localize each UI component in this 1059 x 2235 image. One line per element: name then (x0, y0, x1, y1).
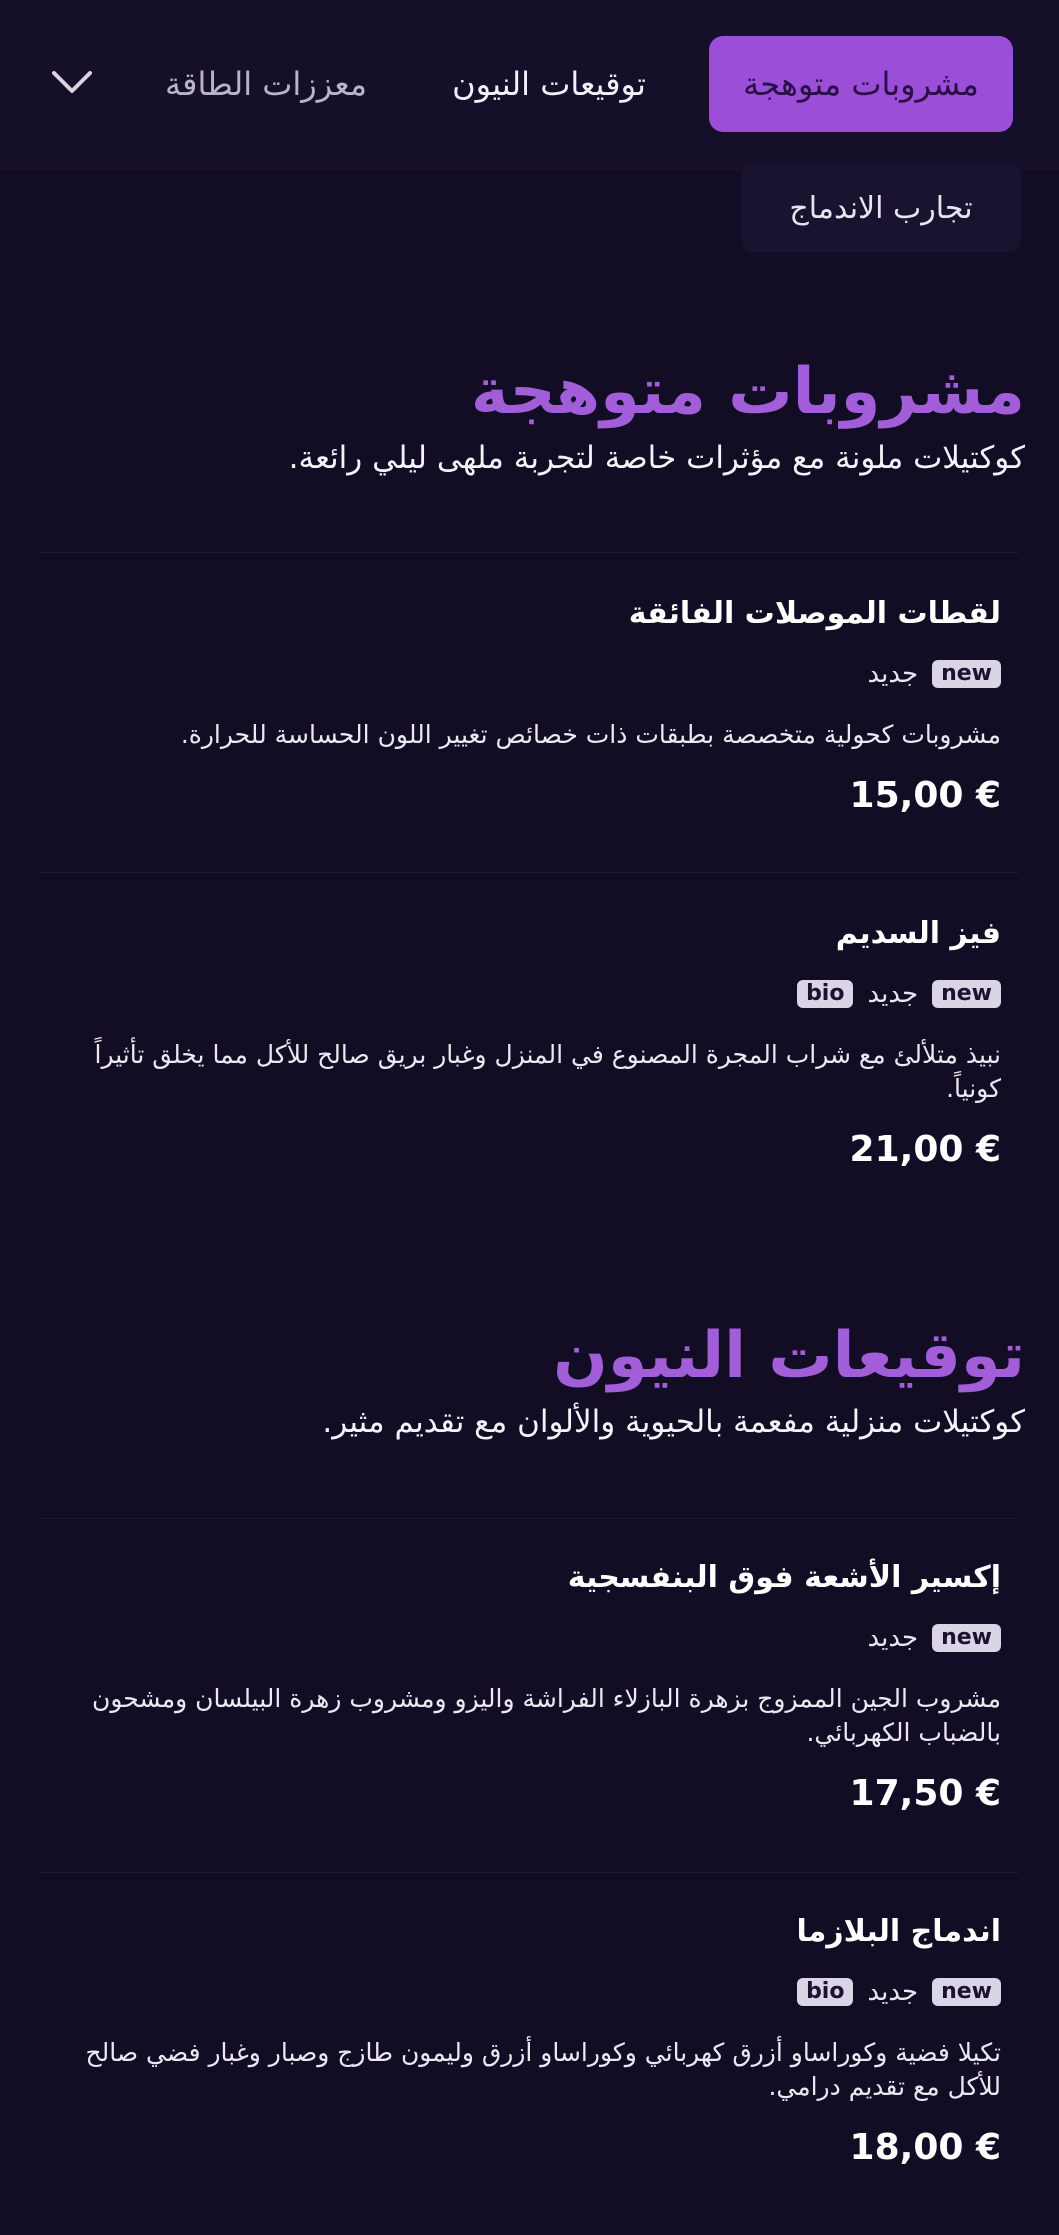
item-price: 18,00 € (849, 2127, 1001, 2168)
chevron-down-icon[interactable] (50, 60, 94, 104)
tab-neon-signatures[interactable]: توقيعات النيون (429, 36, 669, 132)
badge-bio: bio (797, 980, 854, 1008)
badge-bio: bio (797, 1978, 854, 2006)
divider (40, 1518, 1019, 1519)
badge-new: new (932, 1978, 1001, 2006)
section-header: توقيعات النيون كوكتيلات منزلية مفعمة بال… (33, 1316, 1025, 1444)
item-description: نبيذ متلألئ مع شراب المجرة المصنوع في ال… (94, 1040, 1001, 1103)
tag-label: جديد (867, 659, 919, 689)
item-description: تكيلا فضية وكوراساو أزرق كهربائي وكوراسا… (85, 2038, 1002, 2101)
tab-glowing-drinks[interactable]: مشروبات متوهجة (709, 36, 1013, 132)
menu-item[interactable]: فيز السديم new جديد bio نبيذ متلألئ مع ش… (57, 914, 1001, 1172)
tag-label: جديد (867, 1623, 919, 1653)
item-name: فيز السديم (835, 916, 1001, 951)
item-name: اندماج البلازما (796, 1914, 1001, 1949)
section-subtitle: كوكتيلات منزلية مفعمة بالحيوية والألوان … (322, 1404, 1025, 1440)
item-price: 15,00 € (849, 775, 1001, 816)
menu-item[interactable]: لقطات الموصلات الفائقة new جديد مشروبات … (57, 594, 1001, 818)
tag-label: جديد (867, 1977, 919, 2007)
category-nav: مشروبات متوهجة توقيعات النيون معززات الط… (0, 0, 1059, 170)
divider (40, 872, 1019, 873)
item-name: إكسير الأشعة فوق البنفسجية (567, 1560, 1001, 1595)
section-header: مشروبات متوهجة كوكتيلات ملونة مع مؤثرات … (33, 352, 1025, 480)
section-title: توقيعات النيون (553, 1319, 1025, 1393)
menu-page: مشروبات متوهجة توقيعات النيون معززات الط… (0, 0, 1059, 2235)
badge-new: new (932, 980, 1001, 1008)
section-title: مشروبات متوهجة (470, 355, 1025, 429)
badge-new: new (932, 1624, 1001, 1652)
item-tags: new جديد bio (57, 1976, 1001, 2008)
divider (40, 552, 1019, 553)
menu-item[interactable]: اندماج البلازما new جديد bio تكيلا فضية … (57, 1912, 1001, 2170)
section-subtitle: كوكتيلات ملونة مع مؤثرات خاصة لتجربة مله… (288, 440, 1025, 476)
tab-energy-boosters[interactable]: معززات الطاقة (161, 36, 371, 132)
item-tags: new جديد (57, 1622, 1001, 1654)
menu-item[interactable]: إكسير الأشعة فوق البنفسجية new جديد مشرو… (57, 1558, 1001, 1816)
divider (40, 1872, 1019, 1873)
item-description: مشروبات كحولية متخصصة بطبقات ذات خصائص ت… (180, 720, 1001, 749)
item-price: 21,00 € (849, 1129, 1001, 1170)
tag-label: جديد (867, 979, 919, 1009)
tab-fusion-experiences[interactable]: تجارب الاندماج (741, 164, 1021, 252)
item-description: مشروب الجين الممزوج بزهرة البازلاء الفرا… (92, 1684, 1001, 1747)
badge-new: new (932, 660, 1001, 688)
item-tags: new جديد bio (57, 978, 1001, 1010)
item-name: لقطات الموصلات الفائقة (628, 596, 1001, 631)
item-price: 17,50 € (849, 1773, 1001, 1814)
item-tags: new جديد (57, 658, 1001, 690)
